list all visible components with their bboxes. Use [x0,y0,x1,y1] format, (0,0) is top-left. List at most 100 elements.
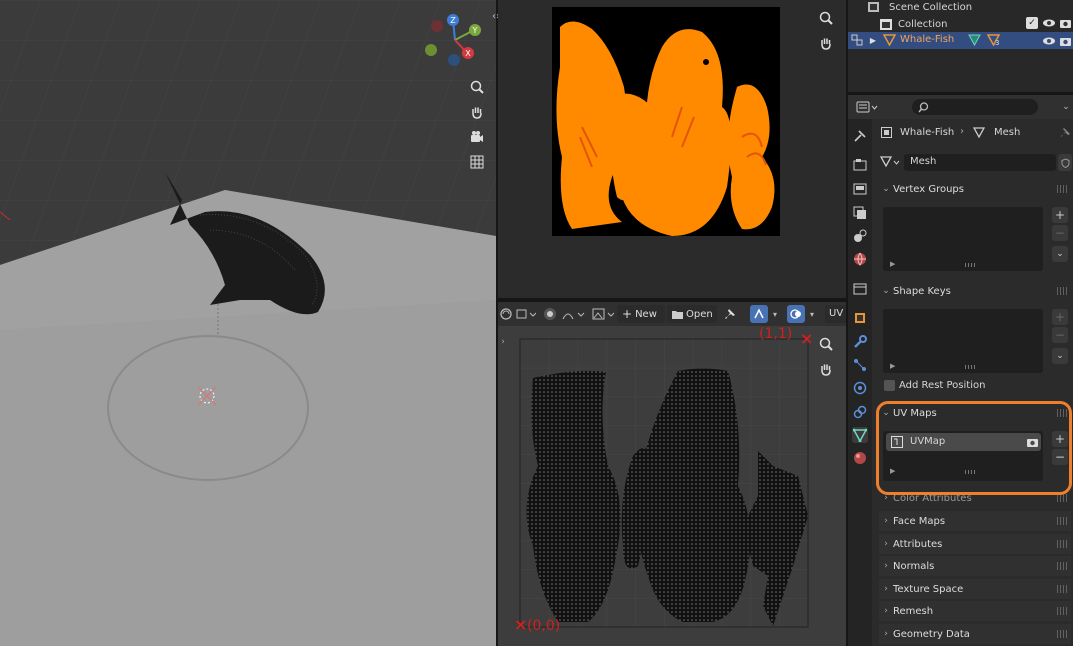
list-resize-grip-icon[interactable] [965,365,977,369]
panel-geometry-data-header[interactable]: › Geometry Data [879,624,1071,644]
collection-camera-icon[interactable] [1059,17,1071,29]
whale-fish-label: Whale-Fish [900,34,955,45]
collection-icon [880,18,892,30]
collection-checkbox[interactable]: ✓ [1026,17,1038,29]
new-image-button[interactable]: + New [617,305,665,323]
uv-menu[interactable]: UV [825,305,846,323]
modifier-tab-icon[interactable] [852,334,868,350]
list-expand-icon[interactable]: ▶ [890,362,895,370]
falloff-curve-icon[interactable] [560,306,588,322]
zoom-icon[interactable] [467,77,487,97]
overlay-icon[interactable] [787,305,805,323]
drag-grip-icon[interactable] [1057,517,1067,525]
uv-sidebar-toggle-icon[interactable]: › [499,336,507,348]
shape-keys-list[interactable] [883,309,1043,373]
object-square-icon [879,125,893,139]
panel-shape-keys-header[interactable]: ⌄ Shape Keys [879,281,1071,301]
shape-key-specials-button[interactable]: ⌄ [1052,348,1068,364]
physics-tab-icon[interactable] [852,380,868,396]
panel-geometry-data-label: Geometry Data [893,628,970,640]
world-tab-icon[interactable] [852,251,868,267]
drag-grip-icon[interactable] [1057,287,1067,295]
vertex-group-remove-button[interactable]: − [1052,225,1068,241]
material-tab-icon[interactable] [852,450,868,466]
list-expand-icon[interactable]: ▶ [890,260,895,268]
snap-dropdown-icon[interactable]: ▾ [769,306,781,322]
chevron-right-icon: › [884,629,888,639]
properties-search-input[interactable] [912,99,1038,115]
uv-hand-pan-icon[interactable] [816,359,836,379]
shape-key-add-button[interactable]: + [1052,309,1068,325]
collection-tab-icon[interactable] [852,281,868,297]
hand-pan-icon[interactable] [467,102,487,122]
grid-ortho-icon[interactable] [467,152,487,172]
panel-texture-space-header[interactable]: › Texture Space [879,579,1071,599]
drag-grip-icon[interactable] [1057,630,1067,638]
image-browse-icon[interactable] [591,306,615,322]
drag-grip-icon[interactable] [1057,585,1067,593]
particles-tab-icon[interactable] [852,357,868,373]
uv-coord-top-label: (1,1) [759,326,793,342]
view-layer-tab-icon[interactable] [852,205,868,221]
list-resize-grip-icon[interactable] [965,263,977,267]
drag-grip-icon[interactable] [1057,540,1067,548]
editor-type-icon[interactable] [854,99,880,115]
properties-options-dropdown-icon[interactable]: ⌄ [1060,100,1072,114]
image-hand-pan-icon[interactable] [816,33,836,53]
object-link-icon[interactable] [850,33,864,47]
image-preview-area[interactable] [498,0,846,298]
uv-select-mode-icon[interactable] [514,306,538,322]
open-image-button[interactable]: Open [667,305,717,323]
panel-normals-header[interactable]: › Normals [879,556,1071,576]
fake-user-shield-icon[interactable] [1058,154,1072,171]
new-image-label: New [635,308,657,320]
panel-normals-label: Normals [893,560,935,572]
vertex-group-specials-button[interactable]: ⌄ [1052,246,1068,262]
output-tab-icon[interactable] [852,181,868,197]
mesh-data-icon[interactable] [966,33,982,47]
uv-sync-icon[interactable] [499,306,513,322]
whale-fish-eye-icon[interactable] [1042,35,1056,47]
drag-grip-icon[interactable] [1057,562,1067,570]
mesh-data-tab-icon[interactable] [852,427,868,443]
collection-eye-icon[interactable] [1042,17,1056,29]
render-tab-icon[interactable] [852,157,868,173]
mesh-name-field[interactable]: Mesh [904,154,1056,171]
uv-editor-canvas[interactable]: (1,1) × × (0,0) › [498,326,846,646]
uv-zoom-icon[interactable] [816,334,836,354]
outliner-row-scene-collection[interactable]: Scene Collection [868,0,1073,14]
chevron-down-icon: ⌄ [882,184,890,194]
uv-coord-bottom-label: (0,0) [527,618,561,634]
folder-icon [672,310,683,319]
vertex-groups-list[interactable] [883,207,1043,271]
drag-grip-icon[interactable] [1057,185,1067,193]
pin-icon[interactable] [721,305,739,323]
object-tab-icon[interactable] [852,310,868,326]
proportional-edit-icon[interactable] [541,306,559,322]
shape-key-remove-button[interactable]: − [1052,327,1068,343]
mesh-browse-icon[interactable] [879,154,901,170]
navigation-gizmo[interactable]: Z Y X [420,10,490,70]
drag-grip-icon[interactable] [1057,607,1067,615]
constraints-tab-icon[interactable] [852,404,868,420]
scene-tab-icon[interactable] [852,228,868,244]
panel-shape-keys-label: Shape Keys [893,285,951,297]
scene-collection-icon [868,2,879,12]
add-rest-position-checkbox[interactable] [884,380,895,391]
camera-icon[interactable] [467,127,487,147]
texture-image [552,7,780,236]
snap-icon[interactable] [750,305,768,323]
pin-context-icon[interactable] [1058,125,1072,139]
panel-face-maps-header[interactable]: › Face Maps [879,511,1071,531]
panel-attributes-header[interactable]: › Attributes [879,534,1071,554]
vertex-group-add-button[interactable]: + [1052,207,1068,223]
panel-remesh-header[interactable]: › Remesh [879,601,1071,621]
tool-tab-icon[interactable] [852,128,868,144]
viewport-3d[interactable]: Z Y X [0,0,496,646]
whale-fish-camera-icon[interactable] [1059,35,1071,47]
image-zoom-icon[interactable] [816,8,836,28]
expand-arrow-icon[interactable]: ▶ [868,33,878,47]
panel-vertex-groups-header[interactable]: ⌄ Vertex Groups [879,179,1071,199]
drag-grip-icon[interactable] [1057,494,1067,502]
overlay-dropdown-icon[interactable]: ▾ [806,306,818,322]
